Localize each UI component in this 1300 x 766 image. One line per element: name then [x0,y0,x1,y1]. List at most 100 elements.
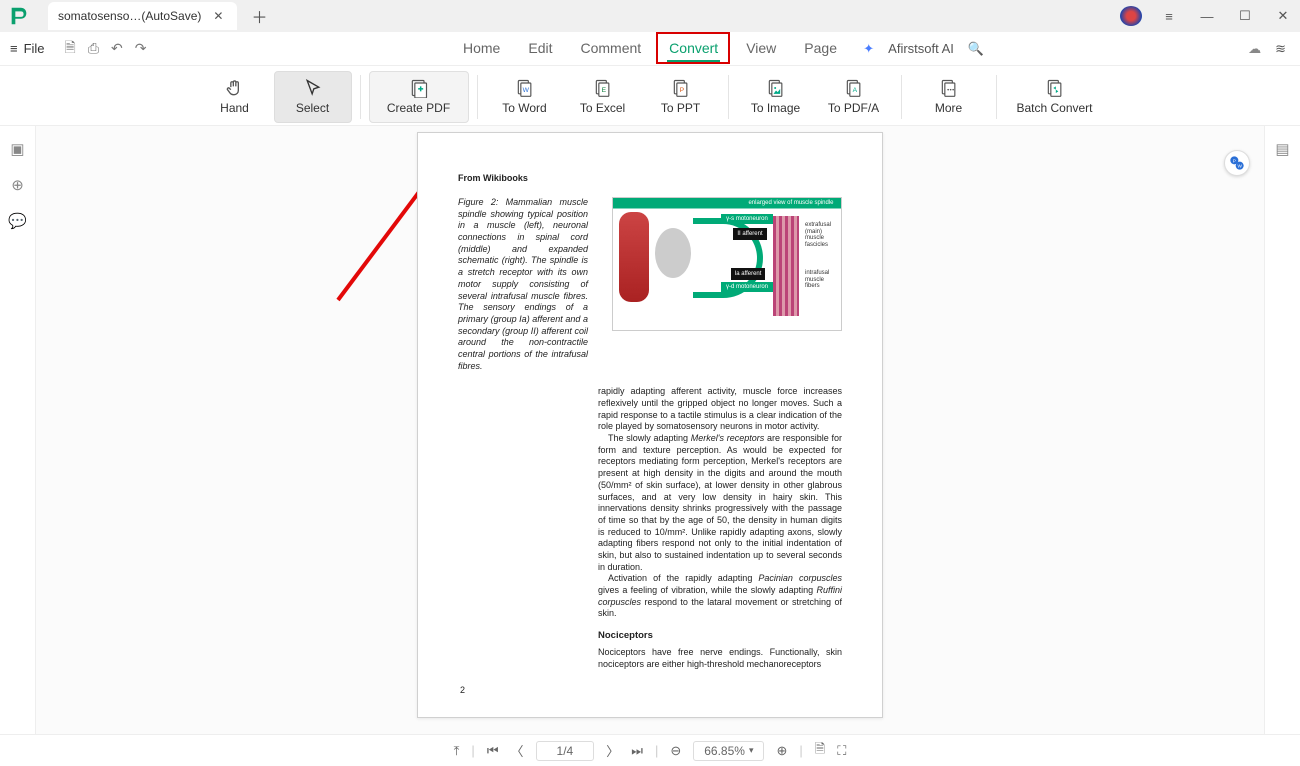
menu-edit[interactable]: Edit [526,36,554,62]
ai-label[interactable]: Afirstsoft AI [888,41,954,56]
to-word-label: To Word [502,101,546,115]
document-tab[interactable]: somatosenso…(AutoSave) ✕ [48,2,237,30]
close-window-icon[interactable]: ✕ [1272,8,1294,24]
to-image-button[interactable]: To Image [737,71,815,123]
to-ppt-button[interactable]: P To PPT [642,71,720,123]
scroll-top-icon[interactable]: ⤒ [454,743,460,759]
separator [360,75,361,119]
hamburger-icon[interactable]: ≡ [1158,9,1180,24]
to-image-label: To Image [751,101,800,115]
floating-word-button[interactable]: PW [1224,150,1250,176]
menu-view[interactable]: View [744,36,778,62]
main-menus: Home Edit Comment Convert View Page [461,36,839,62]
save-icon[interactable]: 🗎 [65,37,76,61]
close-tab-icon[interactable]: ✕ [209,9,227,23]
create-pdf-icon [409,78,429,98]
heading-nociceptors: Nociceptors [598,630,842,641]
to-pdfa-button[interactable]: A To PDF/A [815,71,893,123]
window-controls: ≡ — ☐ ✕ [1120,6,1294,26]
body-text-2: Nociceptors have free nerve endings. Fun… [598,647,842,670]
zoom-out-icon[interactable]: ⊖ [670,743,681,759]
separator [728,75,729,119]
svg-text:W: W [522,87,529,94]
batch-convert-button[interactable]: Batch Convert [1005,71,1105,123]
separator [477,75,478,119]
menu-comment[interactable]: Comment [578,36,643,62]
settings-lines-icon[interactable]: ≋ [1275,41,1286,57]
batch-convert-icon [1045,78,1065,98]
para4: Nociceptors have free nerve endings. Fun… [598,647,842,670]
left-sidebar: ▣ ⊕ 💬 [0,126,36,734]
tab-label: somatosenso…(AutoSave) [58,9,201,23]
zoom-level[interactable]: 66.85%▾ [693,741,764,761]
document-canvas[interactable]: From Wikibooks Figure 2: Mammalian muscl… [36,126,1264,734]
to-word-button[interactable]: W To Word [486,71,564,123]
user-avatar[interactable] [1120,6,1142,26]
select-label: Select [296,101,329,115]
menubar: ≡ File 🗎 ⎙ ↶ ↷ Home Edit Comment Convert… [0,32,1300,66]
menubar-right: ✦ Afirstsoft AI 🔍 ☁ ≋ [863,41,1286,57]
menu-page[interactable]: Page [802,36,839,62]
to-word-icon: W [515,78,535,98]
bookmarks-icon[interactable]: ⊕ [11,176,24,194]
menu-convert[interactable]: Convert [667,36,720,62]
print-icon[interactable]: ⎙ [88,40,99,57]
file-menu[interactable]: ≡ File [0,41,55,56]
para3: Activation of the rapidly adapting Pacin… [598,573,842,620]
pdf-page: From Wikibooks Figure 2: Mammalian muscl… [417,132,883,718]
hamburger-icon: ≡ [10,41,18,56]
create-pdf-button[interactable]: Create PDF [369,71,469,123]
to-excel-label: To Excel [580,101,625,115]
new-tab-button[interactable]: ＋ [251,4,267,28]
page-indicator[interactable]: 1/4 [536,741,595,761]
ai-star-icon[interactable]: ✦ [863,41,874,57]
source-line: From Wikibooks [458,173,842,183]
figure-image: II afferent Ia afferent γ-s motoneuron γ… [612,197,842,331]
panel-icon[interactable]: ▤ [1275,140,1289,158]
right-sidebar: ▤ [1264,126,1300,734]
para2: The slowly adapting Merkel's receptors a… [598,433,842,573]
page-number: 2 [460,685,465,695]
select-tool[interactable]: Select [274,71,352,123]
prev-page-icon[interactable]: 〈 [511,741,524,760]
maximize-icon[interactable]: ☐ [1234,8,1256,24]
to-pdfa-icon: A [844,78,864,98]
statusbar: ⤒ | ⏮ 〈 1/4 〉 ⏭ | ⊖ 66.85%▾ ⊕ | 🗎 ⛶ [0,734,1300,766]
more-button[interactable]: More [910,71,988,123]
cloud-icon[interactable]: ☁ [1248,41,1261,57]
fit-page-icon[interactable]: 🗎 [815,740,825,762]
ribbon: Hand Select Create PDF W To Word E To Ex… [0,66,1300,126]
titlebar: somatosenso…(AutoSave) ✕ ＋ ≡ — ☐ ✕ [0,0,1300,32]
fit-width-icon[interactable]: ⛶ [837,743,846,759]
hand-tool[interactable]: Hand [196,71,274,123]
separator [996,75,997,119]
to-excel-button[interactable]: E To Excel [564,71,642,123]
svg-text:E: E [601,87,606,94]
last-page-icon[interactable]: ⏭ [631,743,643,759]
menu-home[interactable]: Home [461,36,502,62]
separator [901,75,902,119]
next-page-icon[interactable]: 〉 [606,741,619,760]
to-excel-icon: E [593,78,613,98]
workspace: ▣ ⊕ 💬 From Wikibooks Figure 2: Mammalian… [0,126,1300,734]
to-pdfa-label: To PDF/A [828,101,879,115]
redo-icon[interactable]: ↷ [135,40,147,57]
hand-icon [225,78,245,98]
search-icon[interactable]: 🔍 [968,41,984,57]
thumbnails-icon[interactable]: ▣ [10,140,24,158]
svg-text:A: A [852,87,857,94]
comments-icon[interactable]: 💬 [8,212,27,230]
more-icon [939,78,959,98]
svg-text:P: P [1233,158,1236,163]
zoom-in-icon[interactable]: ⊕ [776,743,787,759]
undo-icon[interactable]: ↶ [111,40,123,57]
cursor-icon [303,78,323,98]
first-page-icon[interactable]: ⏮ [487,743,499,759]
word-badge-icon: PW [1229,155,1245,171]
chevron-down-icon: ▾ [749,745,754,756]
minimize-icon[interactable]: — [1196,9,1218,24]
create-pdf-label: Create PDF [387,101,450,115]
to-ppt-label: To PPT [661,101,700,115]
para1: rapidly adapting afferent activity, musc… [598,386,842,433]
svg-text:W: W [1237,164,1242,169]
